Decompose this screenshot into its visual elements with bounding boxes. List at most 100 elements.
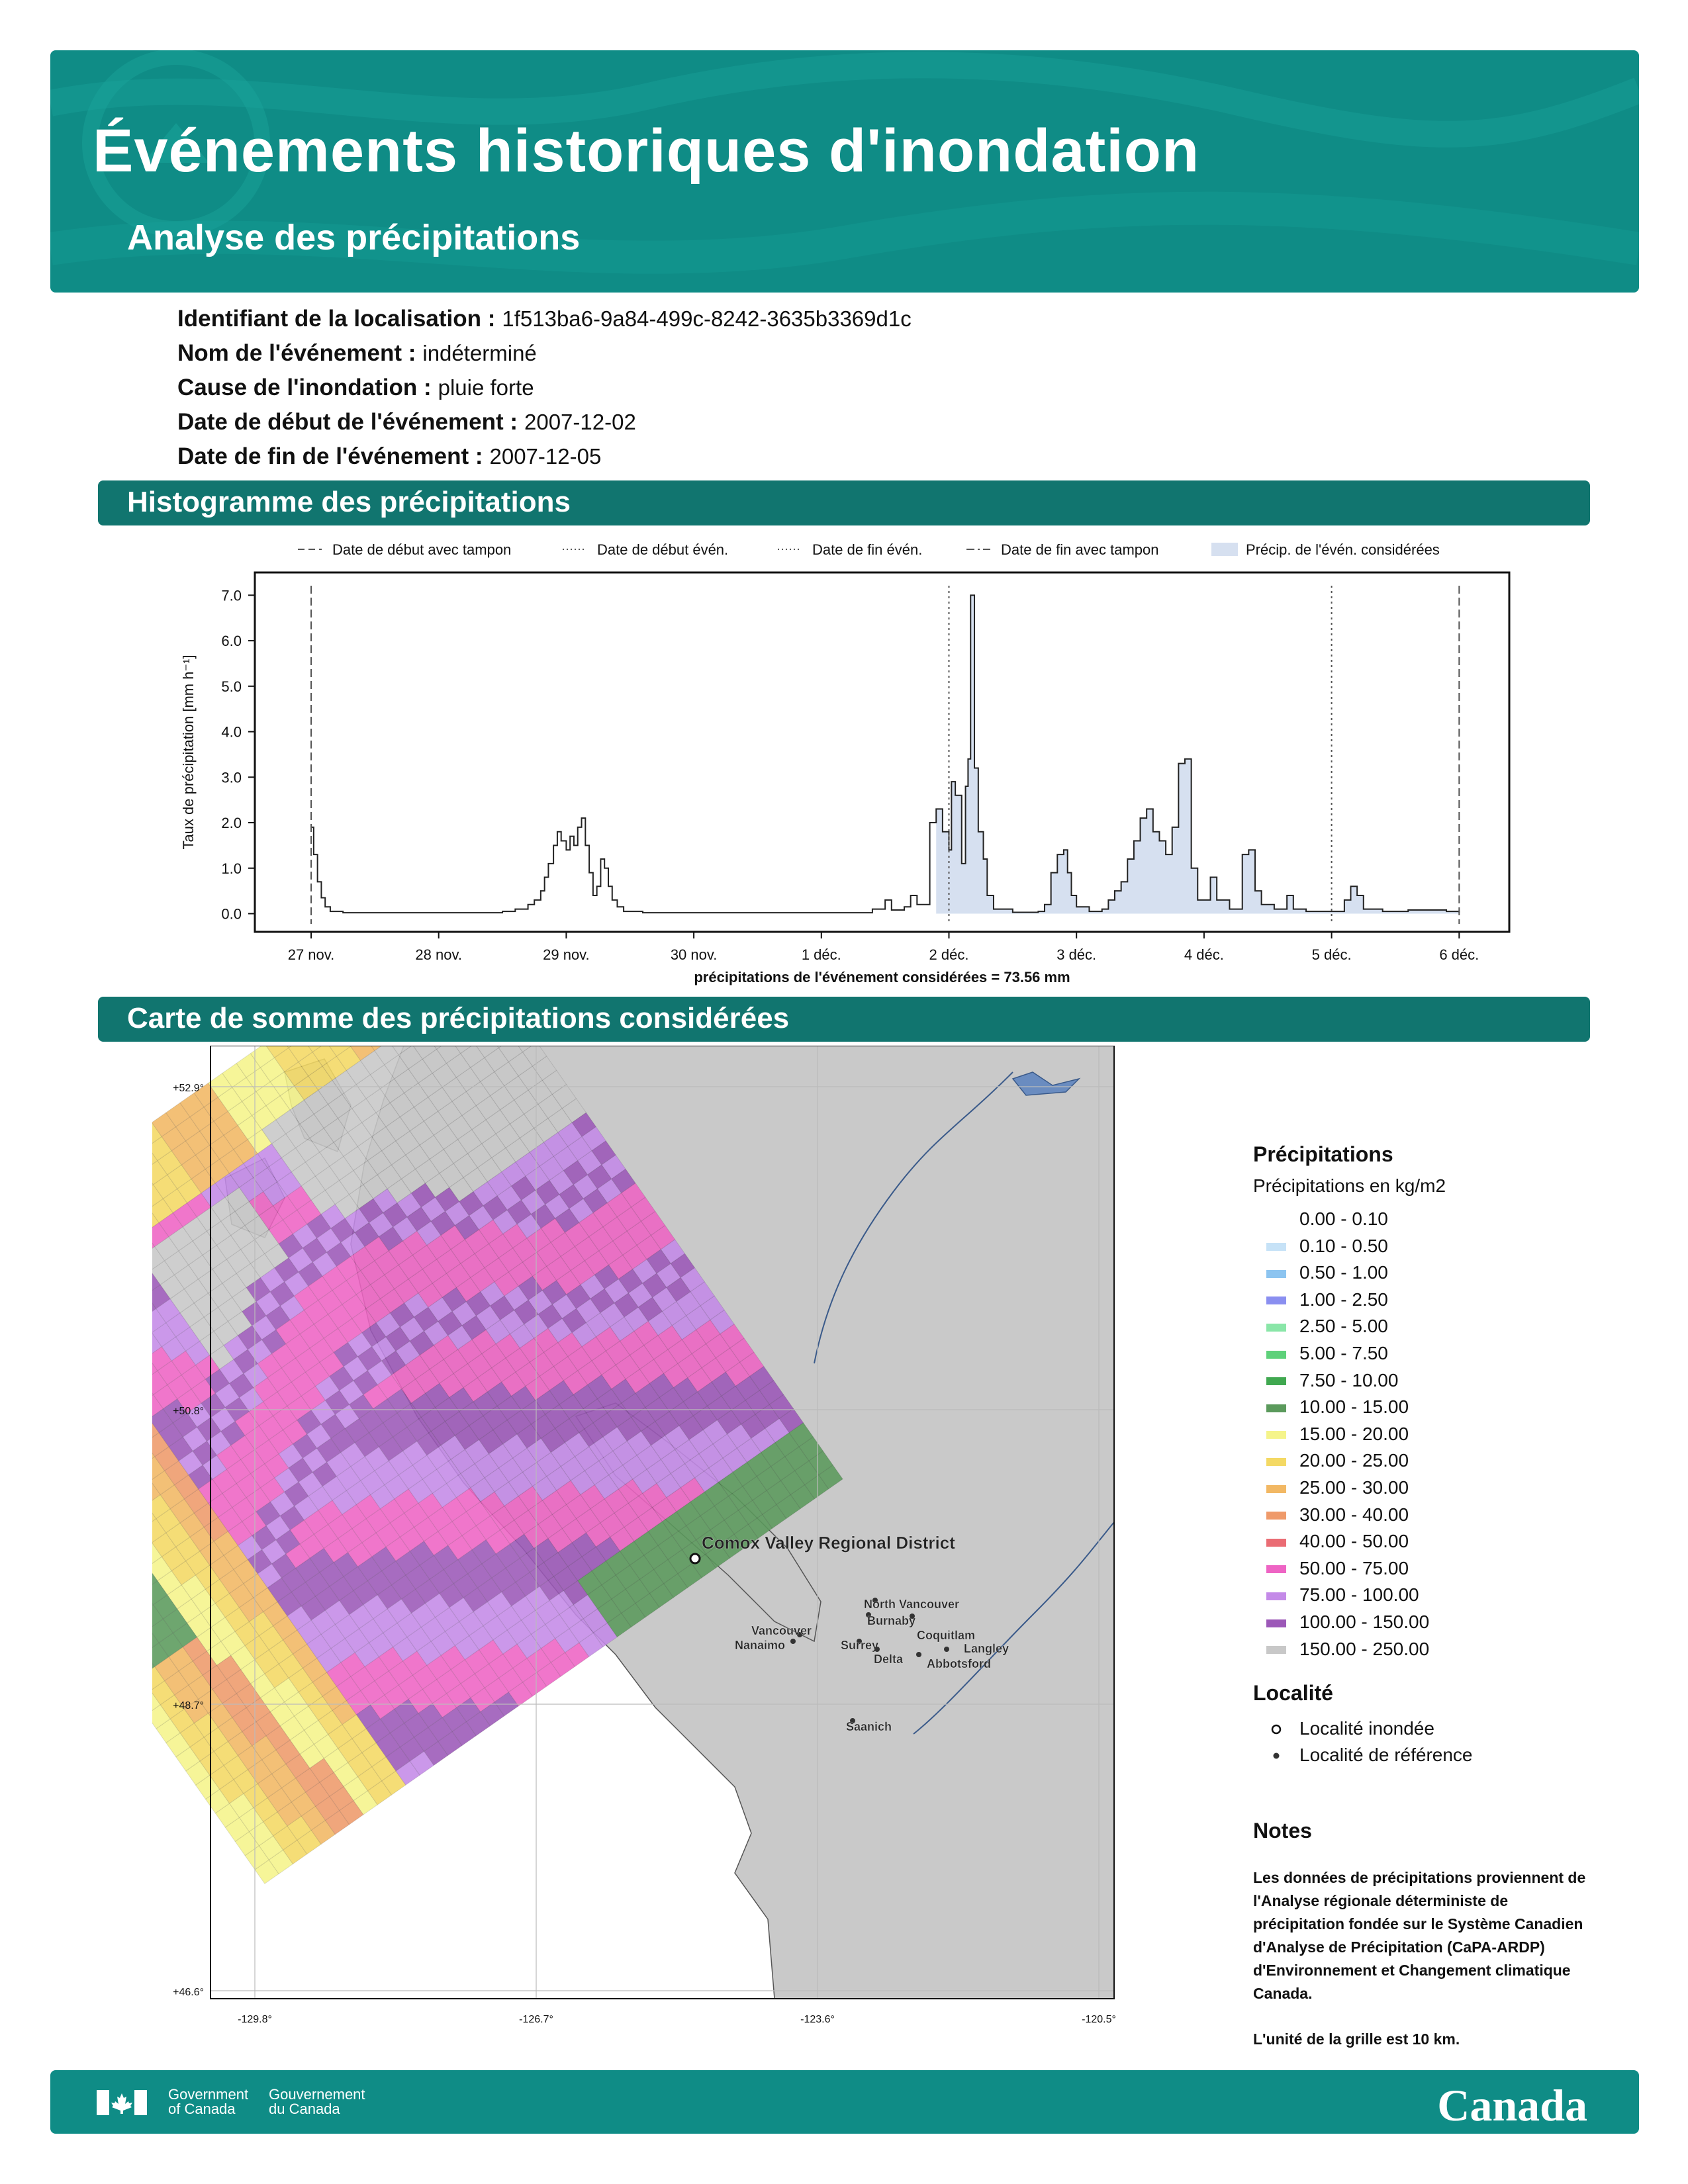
flooded-locality-marker (689, 1553, 701, 1565)
y-tick-label: 1.0 (221, 860, 242, 877)
info-row-start-date: Date de début de l'événement :2007-12-02 (177, 405, 912, 439)
legend-label: Date de fin avec tampon (1001, 541, 1158, 558)
y-tick-label: 4.0 (221, 724, 242, 741)
gov-fr: Gouvernement du Canada (269, 2087, 365, 2116)
legend-item: 75.00 - 100.00 (1253, 1582, 1624, 1609)
event-precip-fill (936, 595, 1460, 914)
legend-swatch (1266, 1377, 1286, 1386)
legend-item-label: 150.00 - 250.00 (1299, 1638, 1430, 1659)
x-tick-label: 27 nov. (288, 946, 335, 963)
precip-series-line (311, 594, 1460, 914)
legend-item-label: 30.00 - 40.00 (1299, 1504, 1409, 1525)
precipitation-histogram: Date de début avec tampon Date de début é… (180, 541, 1511, 985)
reference-locality-marker (790, 1639, 796, 1644)
legend-swatch (1266, 1216, 1286, 1224)
canada-flag-icon (97, 2090, 147, 2115)
legend-item: 15.00 - 20.00 (1253, 1421, 1624, 1448)
legend-item-label: 0.00 - 0.10 (1299, 1208, 1388, 1229)
locality-flooded-label: Localité inondée (1299, 1718, 1434, 1739)
legend-title: Précipitations (1253, 1142, 1393, 1166)
gov-en: Government of Canada (168, 2087, 248, 2116)
info-value: 1f513ba6-9a84-499c-8242-3635b3369d1c (502, 306, 912, 331)
gov-en-line2: of Canada (168, 2101, 236, 2117)
legend-label: Date de début avec tampon (332, 541, 511, 558)
info-label: Identifiant de la localisation : (177, 306, 496, 332)
info-label: Date de début de l'événement : (177, 409, 518, 435)
place-label: North Vancouver (864, 1598, 959, 1611)
lon-label: -120.5° (1082, 2014, 1116, 2025)
footer: Government of Canada Gouvernement du Canad… (50, 2070, 1639, 2134)
gov-fr-line2: du Canada (269, 2101, 340, 2117)
info-label: Cause de l'inondation : (177, 375, 432, 400)
locality-reference-label: Localité de référence (1299, 1745, 1473, 1765)
legend-item-label: 0.50 - 1.00 (1299, 1262, 1388, 1283)
legend-swatch (1266, 1512, 1286, 1520)
y-tick-label: 6.0 (221, 633, 242, 649)
reference-locality-marker (874, 1647, 880, 1652)
legend-item: 0.00 - 0.10 (1253, 1206, 1624, 1233)
y-tick-label: 0.0 (221, 906, 242, 923)
x-tick-label: 30 nov. (671, 946, 718, 963)
info-label: Date de fin de l'événement : (177, 443, 483, 469)
info-value: indéterminé (422, 341, 537, 365)
place-label: Coquitlam (917, 1629, 975, 1642)
y-tick-label: 7.0 (221, 587, 242, 604)
legend-swatch (1266, 1565, 1286, 1574)
canada-wordmark: Canada (1437, 2080, 1587, 2130)
notes-grid: L'unité de la grille est 10 km. (1253, 2030, 1460, 2048)
info-row-end-date: Date de fin de l'événement :2007-12-05 (177, 439, 912, 474)
legend-swatch (1266, 1243, 1286, 1251)
legend-item: 30.00 - 40.00 (1253, 1502, 1624, 1529)
legend-item-label: 40.00 - 50.00 (1299, 1531, 1409, 1552)
place-label: Surrey (841, 1639, 878, 1652)
section-bar-histogram: Histogramme des précipitations (98, 480, 1590, 525)
legend-swatch (1266, 1538, 1286, 1547)
legend-item: 5.00 - 7.50 (1253, 1340, 1624, 1367)
x-tick-label: 3 déc. (1056, 946, 1096, 963)
lat-label: +52.9° (173, 1083, 204, 1094)
locality-flooded: Localité inondée (1253, 1715, 1473, 1742)
legend-item-label: 100.00 - 150.00 (1299, 1611, 1430, 1632)
y-tick-label: 3.0 (221, 769, 242, 786)
gov-fr-line1: Gouvernement (269, 2086, 365, 2103)
header-banner: Événements historiques d'inondation Anal… (50, 50, 1639, 293)
lon-label: -129.8° (238, 2014, 272, 2025)
info-value: pluie forte (438, 375, 534, 400)
place-label: Saanich (846, 1720, 892, 1733)
info-label: Nom de l'événement : (177, 340, 416, 366)
legend-item: 1.00 - 2.50 (1253, 1287, 1624, 1314)
lat-label: +46.6° (173, 1987, 204, 1998)
legend-item-label: 5.00 - 7.50 (1299, 1342, 1388, 1363)
place-label: Abbotsford (927, 1657, 991, 1670)
precipitation-legend: Précipitations Précipitations en kg/m2 0… (1253, 1142, 1624, 1662)
y-tick-label: 5.0 (221, 678, 242, 695)
x-axis-label: précipitations de l'événement considérée… (694, 969, 1070, 985)
legend-swatch (1266, 1297, 1286, 1305)
lon-label: -123.6° (800, 2014, 835, 2025)
legend-item-label: 15.00 - 20.00 (1299, 1423, 1409, 1444)
page-subtitle: Analyse des précipitations (127, 218, 581, 257)
legend-item: 25.00 - 30.00 (1253, 1475, 1624, 1502)
place-label: Nanaimo (735, 1639, 785, 1652)
legend-swatch (1266, 1646, 1286, 1655)
x-tick-label: 5 déc. (1312, 946, 1352, 963)
place-label: Langley (964, 1642, 1009, 1655)
info-row-location-id: Identifiant de la localisation :1f513ba6… (177, 302, 912, 336)
legend-item: 100.00 - 150.00 (1253, 1609, 1624, 1636)
legend-item-label: 50.00 - 75.00 (1299, 1557, 1409, 1578)
chart-legend: Date de début avec tampon Date de début é… (298, 541, 1440, 558)
place-label: Delta (874, 1653, 904, 1666)
dot-icon (1266, 1742, 1286, 1768)
legend-swatch (1266, 1323, 1286, 1332)
place-label: Burnaby (867, 1614, 915, 1627)
x-tick-label: 2 déc. (929, 946, 969, 963)
legend-item: 40.00 - 50.00 (1253, 1528, 1624, 1555)
open-circle-icon (1266, 1715, 1286, 1742)
section-title: Histogramme des précipitations (127, 486, 571, 518)
reference-locality-marker (944, 1647, 949, 1652)
legend-swatch (1266, 1457, 1286, 1466)
reference-locality-marker (910, 1614, 915, 1619)
legend-item-label: 2.50 - 5.00 (1299, 1316, 1388, 1337)
legend-item-label: 1.00 - 2.50 (1299, 1289, 1388, 1310)
legend-label: Date de fin évén. (812, 541, 922, 558)
